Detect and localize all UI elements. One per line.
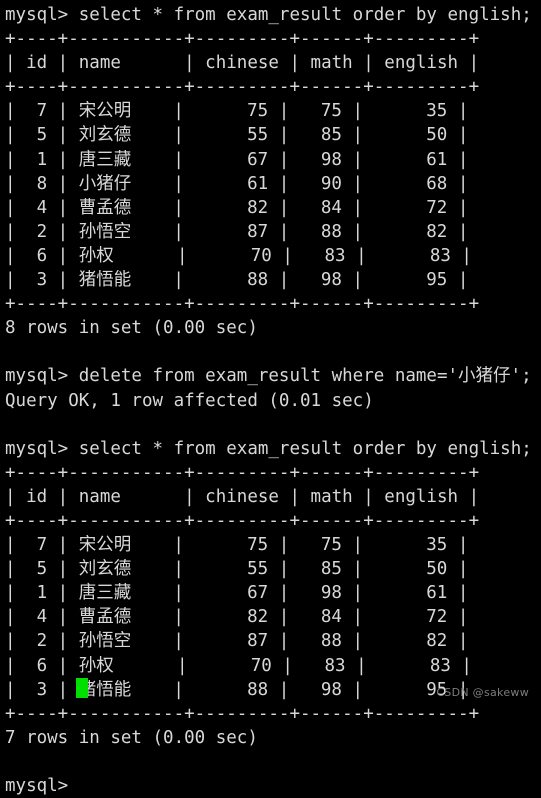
terminal-window[interactable]: mysql> select * from exam_result order b… <box>0 0 541 796</box>
terminal-line: | 7 | 宋公明 | 75 | 75 | 35 | <box>5 535 469 556</box>
terminal-line: Query OK, 1 row affected (0.01 sec) <box>5 390 374 411</box>
terminal-line: | id | name | chinese | math | english | <box>5 53 480 74</box>
terminal-line: | 3 | 猪悟能 | 88 | 98 | 95 | <box>5 270 469 291</box>
terminal-line: | 1 | 唐三藏 | 67 | 98 | 61 | <box>5 149 469 170</box>
terminal-line: | 7 | 宋公明 | 75 | 75 | 35 | <box>5 101 469 122</box>
terminal-line: mysql> select * from exam_result order b… <box>5 5 532 25</box>
terminal-line: | 8 | 小猪仔 | 61 | 90 | 68 | <box>5 173 469 194</box>
terminal-line: mysql> delete from exam_result where nam… <box>5 366 532 387</box>
terminal-line: | 2 | 孙悟空 | 87 | 88 | 82 | <box>5 221 469 242</box>
watermark-label: CSDN @sakeww <box>436 686 529 699</box>
terminal-line: 8 rows in set (0.00 sec) <box>5 318 258 339</box>
terminal-line: | 1 | 唐三藏 | 67 | 98 | 61 | <box>5 583 469 604</box>
terminal-line: | 6 | 孙权 | 70 | 83 | 83 | <box>5 245 472 266</box>
terminal-line: | id | name | chinese | math | english | <box>5 486 480 507</box>
terminal-line: | 5 | 刘玄德 | 55 | 85 | 50 | <box>5 559 469 580</box>
terminal-line: | 4 | 曹孟德 | 82 | 84 | 72 | <box>5 197 469 218</box>
terminal-line: +----+-----------+---------+------+-----… <box>5 29 480 50</box>
terminal-line: +----+-----------+---------+------+-----… <box>5 462 480 483</box>
text-cursor <box>76 678 88 698</box>
terminal-line: mysql> <box>5 776 79 796</box>
terminal-line: +----+-----------+---------+------+-----… <box>5 77 480 98</box>
terminal-line: +----+-----------+---------+------+-----… <box>5 510 480 531</box>
terminal-line: mysql> select * from exam_result order b… <box>5 438 532 459</box>
terminal-line: | 4 | 曹孟德 | 82 | 84 | 72 | <box>5 607 469 628</box>
terminal-line: 7 rows in set (0.00 sec) <box>5 727 258 748</box>
terminal-line: | 5 | 刘玄德 | 55 | 85 | 50 | <box>5 125 469 146</box>
terminal-line: | 2 | 孙悟空 | 87 | 88 | 82 | <box>5 631 469 652</box>
terminal-line: +----+-----------+---------+------+-----… <box>5 294 480 315</box>
terminal-line: | 6 | 孙权 | 70 | 83 | 83 | <box>5 655 472 676</box>
terminal-line: +----+-----------+---------+------+-----… <box>5 703 480 724</box>
